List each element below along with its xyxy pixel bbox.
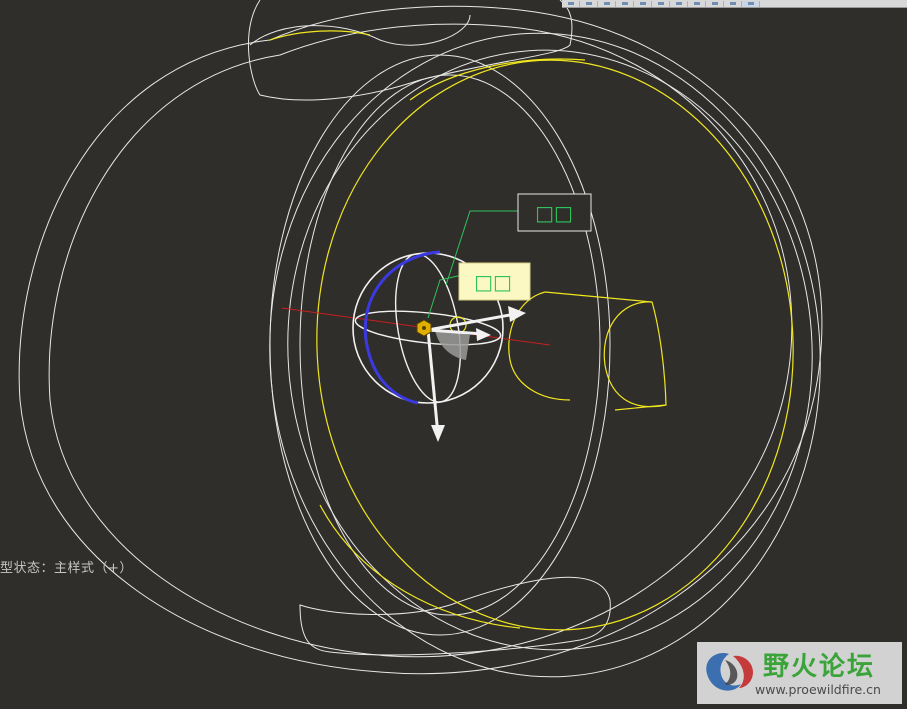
arrow-icon[interactable]: [598, 1, 616, 7]
view-orient-icon[interactable]: [562, 1, 580, 7]
settings-icon[interactable]: [742, 1, 760, 7]
display-style-icon[interactable]: [670, 1, 688, 7]
forum-logo-icon: [706, 653, 753, 691]
forum-title: 野火论坛: [763, 652, 876, 682]
refit-icon[interactable]: [634, 1, 652, 7]
zoom-icon[interactable]: [652, 1, 670, 7]
offset-label-text: □□: [474, 270, 512, 294]
dragger-label-text: □□: [535, 201, 573, 225]
model-status-text: 型状态：主样式（+）: [0, 561, 133, 576]
model-viewport[interactable]: □□ □□: [0, 0, 907, 709]
spin-center-icon[interactable]: [724, 1, 742, 7]
forum-url: www.proewildfire.cn: [755, 682, 881, 697]
datum-display-icon[interactable]: [706, 1, 724, 7]
forum-watermark: 野火论坛 www.proewildfire.cn: [697, 642, 902, 704]
dragger-label[interactable]: □□: [517, 193, 592, 232]
offset-label[interactable]: □□: [458, 262, 531, 301]
view-toolbar: [562, 0, 907, 8]
view-cube-icon[interactable]: [616, 1, 634, 7]
arrow-icon[interactable]: [580, 1, 598, 7]
saved-views-icon[interactable]: [688, 1, 706, 7]
